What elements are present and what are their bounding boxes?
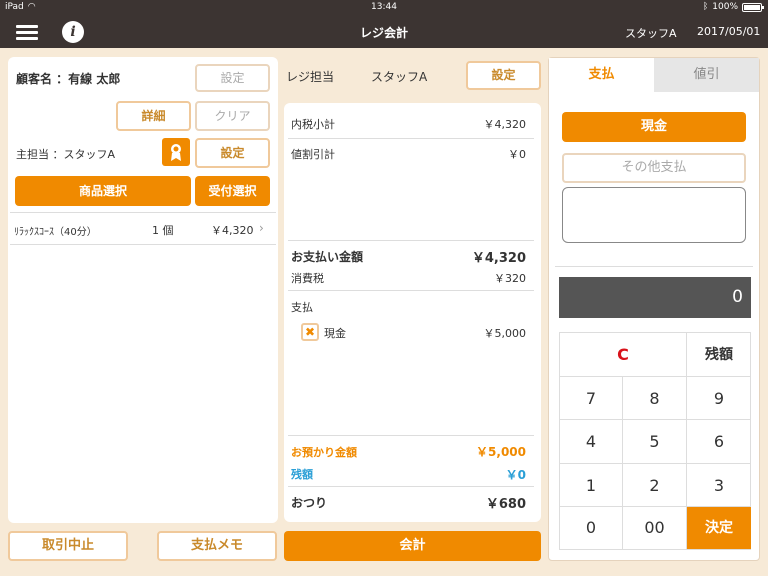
divider (288, 240, 534, 241)
info-icon[interactable]: i (62, 21, 84, 43)
staff-setting-button[interactable]: 設定 (195, 138, 270, 168)
nav-staff: スタッフA (625, 27, 677, 40)
subtotal-value: ￥4,320 (483, 118, 527, 131)
divider (10, 244, 276, 245)
key-00[interactable]: 00 (623, 507, 687, 549)
total-label: お支払い金額 (291, 250, 364, 264)
item-qty: 1 個 (152, 224, 174, 237)
status-right: ᛒ 100% (702, 2, 764, 12)
key-9[interactable]: 9 (687, 377, 751, 420)
battery-icon (742, 2, 764, 12)
remaining-label: 残額 (291, 468, 313, 481)
amount-display: 0 (559, 277, 751, 318)
divider (288, 486, 534, 487)
payment-method: 現金 (324, 327, 346, 340)
divider (10, 212, 276, 213)
divider (288, 290, 534, 291)
tab-discount[interactable]: 値引 (654, 58, 759, 92)
deposit-label: お預かり金額 (291, 446, 357, 459)
list-item[interactable]: ﾘﾗｯｸｽｺｰｽ（40分） 1 個 ￥4,320 › (10, 215, 276, 243)
change-value: ￥680 (485, 497, 526, 512)
key-4[interactable]: 4 (560, 420, 623, 464)
register-setting-button[interactable]: 設定 (466, 61, 541, 90)
tax-label: 消費税 (291, 272, 324, 285)
divider (288, 138, 534, 139)
register-staff: スタッフA (371, 70, 428, 84)
discount-value: ￥0 (508, 148, 526, 161)
enter-key[interactable]: 決定 (687, 507, 751, 549)
remove-payment-icon[interactable]: ✖ (301, 323, 319, 341)
payment-label: 支払 (291, 301, 313, 314)
item-name: ﾘﾗｯｸｽｺｰｽ（40分） (14, 227, 97, 238)
key-3[interactable]: 3 (687, 464, 751, 507)
clear-key[interactable]: C (560, 333, 687, 377)
payment-note-input[interactable] (562, 187, 746, 243)
main-staff: 主担当 ：スタッフA (16, 148, 116, 161)
customer-setting-button[interactable]: 設定 (195, 64, 270, 92)
discount-label: 値割引計 (291, 148, 335, 161)
chevron-right-icon: › (259, 221, 264, 235)
register-staff-label: レジ担当 (286, 70, 335, 84)
checkout-button[interactable]: 会計 (284, 531, 541, 561)
change-label: おつり (291, 496, 328, 510)
cash-button[interactable]: 現金 (562, 112, 746, 142)
key-7[interactable]: 7 (560, 377, 623, 420)
tax-value: ￥320 (494, 272, 526, 285)
payment-amount: ￥5,000 (483, 327, 527, 340)
hamburger-menu-icon[interactable] (16, 22, 38, 42)
customer-name: 顧客名 ：有線 太郎 (16, 72, 121, 86)
deposit-value: ￥5,000 (476, 445, 526, 459)
divider (288, 435, 534, 436)
key-8[interactable]: 8 (623, 377, 687, 420)
key-6[interactable]: 6 (687, 420, 751, 464)
subtotal-label: 内税小計 (291, 118, 335, 131)
product-select-button[interactable]: 商品選択 (15, 176, 191, 206)
key-1[interactable]: 1 (560, 464, 623, 507)
item-price: ￥4,320 (211, 224, 254, 237)
clear-button[interactable]: クリア (195, 101, 270, 131)
detail-button[interactable]: 詳細 (116, 101, 191, 131)
key-5[interactable]: 5 (623, 420, 687, 464)
cancel-transaction-button[interactable]: 取引中止 (8, 531, 128, 561)
remaining-key[interactable]: 残額 (687, 333, 751, 377)
reception-select-button[interactable]: 受付選択 (195, 176, 270, 206)
payment-memo-button[interactable]: 支払メモ (157, 531, 277, 561)
nav-date: 2017/05/01 (697, 25, 761, 38)
other-payment-button[interactable]: その他支払 (562, 153, 746, 183)
status-time: 13:44 (371, 2, 397, 12)
nav-bar: i レジ会計 スタッフA 2017/05/01 (0, 16, 768, 48)
key-0[interactable]: 0 (560, 507, 623, 549)
total-value: ￥4,320 (471, 251, 526, 266)
bluetooth-icon: ᛒ (702, 2, 709, 12)
key-2[interactable]: 2 (623, 464, 687, 507)
numeric-keypad: C 残額 7 8 9 4 5 6 1 2 3 0 00 決定 (559, 332, 751, 550)
remaining-value: ￥0 (505, 468, 526, 482)
award-badge-icon[interactable] (162, 138, 190, 166)
tab-payment[interactable]: 支払 (549, 58, 654, 92)
status-bar: iPad ◠ 13:44 ᛒ 100% (0, 0, 768, 16)
battery-percent: 100% (712, 2, 738, 12)
divider (555, 266, 753, 267)
